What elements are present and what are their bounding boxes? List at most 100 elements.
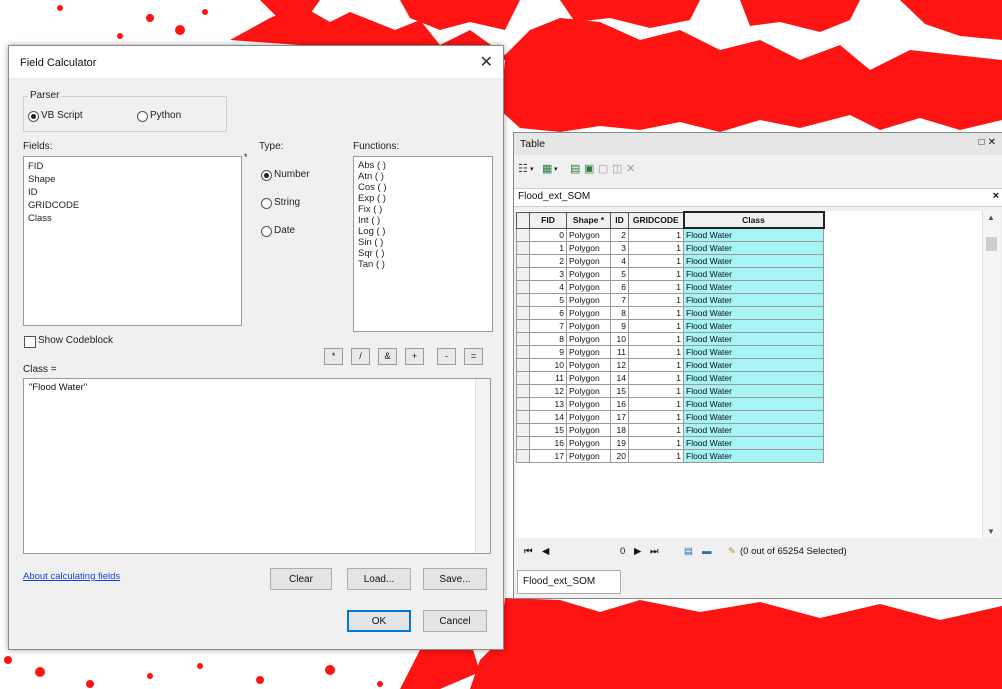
table-row[interactable]: 4 Polygon 6 1 Flood Water xyxy=(516,280,824,294)
attribute-grid[interactable]: FID Shape * ID GRIDCODE Class 0 Polygon 2 1… xyxy=(516,211,982,538)
cell-class[interactable]: Flood Water xyxy=(683,254,824,268)
cell-shape[interactable]: Polygon xyxy=(566,436,611,450)
row-selector[interactable] xyxy=(516,384,530,398)
cell-id[interactable]: 12 xyxy=(610,358,629,372)
table-row[interactable]: 7 Polygon 9 1 Flood Water xyxy=(516,319,824,333)
cell-shape[interactable]: Polygon xyxy=(566,410,611,424)
cell-fid[interactable]: 15 xyxy=(529,423,567,437)
restore-icon[interactable]: □ xyxy=(979,137,988,148)
dropdown-arrow-icon[interactable]: ▾ xyxy=(530,164,542,175)
save-button[interactable]: Save... xyxy=(423,568,487,590)
cell-gridcode[interactable]: 1 xyxy=(628,319,684,333)
cell-shape[interactable]: Polygon xyxy=(566,293,611,307)
cell-class[interactable]: Flood Water xyxy=(683,397,824,411)
scroll-down-icon[interactable]: ▼ xyxy=(987,527,995,536)
cell-id[interactable]: 20 xyxy=(610,449,629,463)
table-row[interactable]: 0 Polygon 2 1 Flood Water xyxy=(516,227,824,242)
scroll-up-icon[interactable]: ▲ xyxy=(987,213,995,222)
cell-gridcode[interactable]: 1 xyxy=(628,423,684,437)
switch-selection-icon[interactable]: ▣ xyxy=(584,164,596,175)
function-item[interactable]: Fix ( ) xyxy=(354,204,492,215)
previous-record-icon[interactable]: ◀ xyxy=(542,546,549,557)
cell-fid[interactable]: 14 xyxy=(529,410,567,424)
divide-operator-button[interactable]: / xyxy=(351,348,370,365)
cell-shape[interactable]: Polygon xyxy=(566,423,611,437)
cell-class[interactable]: Flood Water xyxy=(683,371,824,385)
cell-shape[interactable]: Polygon xyxy=(566,358,611,372)
cell-class[interactable]: Flood Water xyxy=(683,449,824,463)
cell-shape[interactable]: Polygon xyxy=(566,280,611,294)
cell-id[interactable]: 7 xyxy=(610,293,629,307)
cell-shape[interactable]: Polygon xyxy=(566,345,611,359)
cell-gridcode[interactable]: 1 xyxy=(628,280,684,294)
row-selector[interactable] xyxy=(516,371,530,385)
field-item-class[interactable]: Class xyxy=(24,212,241,225)
function-item[interactable]: Log ( ) xyxy=(354,226,492,237)
expression-textarea[interactable]: "Flood Water" xyxy=(23,378,491,554)
cell-id[interactable]: 15 xyxy=(610,384,629,398)
cell-fid[interactable]: 0 xyxy=(529,227,567,242)
cell-fid[interactable]: 4 xyxy=(529,280,567,294)
cell-id[interactable]: 9 xyxy=(610,319,629,333)
fields-listbox[interactable]: FID Shape ID GRIDCODE Class xyxy=(23,156,242,326)
cell-gridcode[interactable]: 1 xyxy=(628,293,684,307)
concat-operator-button[interactable]: & xyxy=(378,348,397,365)
field-item-id[interactable]: ID xyxy=(24,186,241,199)
cell-shape[interactable]: Polygon xyxy=(566,241,611,255)
function-item[interactable]: Int ( ) xyxy=(354,215,492,226)
field-item-fid[interactable]: FID xyxy=(24,160,241,173)
table-row[interactable]: 14 Polygon 17 1 Flood Water xyxy=(516,410,824,424)
parser-python-radio[interactable] xyxy=(137,111,148,122)
column-header-gridcode[interactable]: GRIDCODE xyxy=(628,211,684,229)
select-by-attributes-icon[interactable]: ▤ xyxy=(570,164,582,175)
bottom-layer-tab[interactable]: Flood_ext_SOM xyxy=(517,570,621,594)
delete-selected-icon[interactable]: ✕ xyxy=(626,164,638,175)
dialog-titlebar[interactable]: Field Calculator ✕ xyxy=(9,46,503,78)
cell-gridcode[interactable]: 1 xyxy=(628,449,684,463)
column-header-id[interactable]: ID xyxy=(610,211,629,229)
row-selector[interactable] xyxy=(516,241,530,255)
cell-class[interactable]: Flood Water xyxy=(683,280,824,294)
minus-operator-button[interactable]: - xyxy=(437,348,456,365)
cell-fid[interactable]: 5 xyxy=(529,293,567,307)
table-row[interactable]: 16 Polygon 19 1 Flood Water xyxy=(516,436,824,450)
last-record-icon[interactable]: ⏭ xyxy=(650,546,659,557)
cell-id[interactable]: 14 xyxy=(610,371,629,385)
cell-gridcode[interactable]: 1 xyxy=(628,332,684,346)
cell-shape[interactable]: Polygon xyxy=(566,306,611,320)
table-row[interactable]: 5 Polygon 7 1 Flood Water xyxy=(516,293,824,307)
cell-shape[interactable]: Polygon xyxy=(566,384,611,398)
table-options-icon[interactable]: ☷ xyxy=(518,164,530,175)
cell-gridcode[interactable]: 1 xyxy=(628,397,684,411)
table-row[interactable]: 13 Polygon 16 1 Flood Water xyxy=(516,397,824,411)
function-item[interactable]: Atn ( ) xyxy=(354,171,492,182)
cell-shape[interactable]: Polygon xyxy=(566,449,611,463)
function-item[interactable]: Sin ( ) xyxy=(354,237,492,248)
cell-id[interactable]: 17 xyxy=(610,410,629,424)
cell-fid[interactable]: 12 xyxy=(529,384,567,398)
scroll-thumb[interactable] xyxy=(986,237,997,251)
cell-class[interactable]: Flood Water xyxy=(683,227,824,242)
cell-gridcode[interactable]: 1 xyxy=(628,254,684,268)
cell-fid[interactable]: 7 xyxy=(529,319,567,333)
type-string-label[interactable]: String xyxy=(274,197,300,208)
cell-fid[interactable]: 11 xyxy=(529,371,567,385)
cell-fid[interactable]: 1 xyxy=(529,241,567,255)
cell-shape[interactable]: Polygon xyxy=(566,267,611,281)
cell-class[interactable]: Flood Water xyxy=(683,306,824,320)
row-selector[interactable] xyxy=(516,410,530,424)
functions-listbox[interactable]: Abs ( ) Atn ( ) Cos ( ) Exp ( ) Fix ( ) … xyxy=(353,156,493,332)
table-row[interactable]: 15 Polygon 18 1 Flood Water xyxy=(516,423,824,437)
function-item[interactable]: Tan ( ) xyxy=(354,259,492,270)
cell-class[interactable]: Flood Water xyxy=(683,410,824,424)
cell-id[interactable]: 19 xyxy=(610,436,629,450)
cell-fid[interactable]: 3 xyxy=(529,267,567,281)
window-controls[interactable]: □✕ xyxy=(979,137,999,148)
type-number-radio[interactable] xyxy=(261,170,272,181)
table-row[interactable]: 12 Polygon 15 1 Flood Water xyxy=(516,384,824,398)
row-selector[interactable] xyxy=(516,436,530,450)
equals-operator-button[interactable]: = xyxy=(464,348,483,365)
cell-fid[interactable]: 9 xyxy=(529,345,567,359)
close-tab-icon[interactable]: × xyxy=(993,190,999,202)
cell-shape[interactable]: Polygon xyxy=(566,371,611,385)
